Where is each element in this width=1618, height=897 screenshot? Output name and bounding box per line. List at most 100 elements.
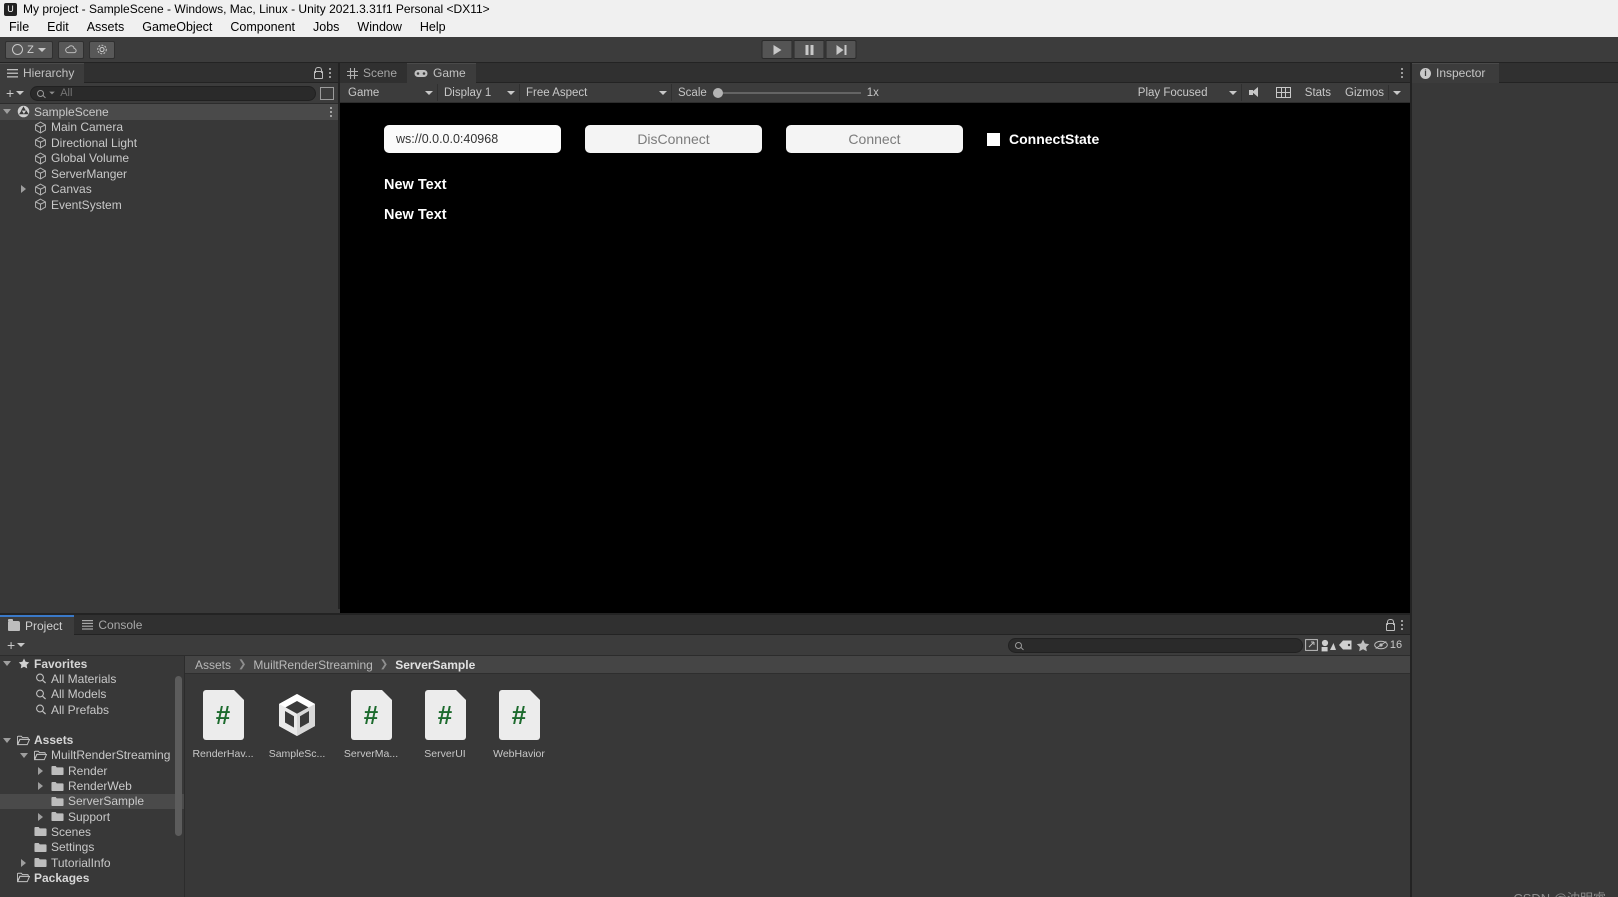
- hierarchy-item-canvas[interactable]: Canvas: [0, 182, 338, 198]
- checkbox-icon[interactable]: [987, 132, 1000, 146]
- gizmos-button[interactable]: Gizmos: [1338, 84, 1408, 101]
- project-tree-item-serversample[interactable]: ServerSample: [0, 793, 184, 809]
- asset-item[interactable]: # ServerMa...: [344, 688, 398, 760]
- tab-inspector-label: Inspector: [1436, 66, 1486, 80]
- asset-item[interactable]: SampleSc...: [269, 688, 325, 760]
- gizmo-grid-button[interactable]: [1269, 84, 1298, 101]
- step-button[interactable]: [825, 40, 857, 59]
- project-tree-item-render[interactable]: Render: [0, 763, 184, 778]
- hierarchy-item-samplescene[interactable]: SampleScene: [0, 104, 338, 120]
- hierarchy-item-label: EventSystem: [51, 197, 122, 212]
- scale-control[interactable]: Scale 1x: [672, 87, 885, 99]
- hierarchy-item-directional-light[interactable]: Directional Light: [0, 135, 338, 151]
- display-dropdown[interactable]: Display 1: [438, 84, 520, 101]
- asset-item[interactable]: # ServerUI: [421, 688, 469, 760]
- kebab-icon[interactable]: [330, 106, 332, 117]
- chevron-down-icon[interactable]: [0, 661, 13, 667]
- menu-gameobject[interactable]: GameObject: [133, 18, 221, 37]
- filter-by-label-icon[interactable]: [1337, 638, 1354, 653]
- project-folder-tree[interactable]: Favorites All Materials All Models All Pref…: [0, 656, 185, 897]
- tab-inspector[interactable]: i Inspector: [1412, 62, 1500, 83]
- chevron-down-icon[interactable]: [17, 752, 30, 758]
- project-search-input[interactable]: [1008, 637, 1303, 653]
- tab-hierarchy[interactable]: Hierarchy: [0, 62, 85, 83]
- project-tree-item-packages[interactable]: Packages: [0, 870, 184, 885]
- menu-file[interactable]: File: [0, 18, 38, 37]
- play-button[interactable]: [761, 40, 793, 59]
- chevron-down-icon[interactable]: [0, 737, 13, 743]
- breadcrumb-assets[interactable]: Assets: [195, 658, 231, 672]
- menu-jobs[interactable]: Jobs: [304, 18, 348, 37]
- favorite-star-icon[interactable]: [1354, 638, 1371, 653]
- stats-button[interactable]: Stats: [1298, 84, 1338, 101]
- kebab-icon[interactable]: [1401, 619, 1403, 630]
- project-tree-item-muiltrenderstreaming[interactable]: MuiltRenderStreaming: [0, 748, 184, 763]
- project-tree-item-support[interactable]: Support: [0, 809, 184, 824]
- tab-game-label: Game: [433, 66, 466, 80]
- lock-icon[interactable]: [313, 67, 323, 79]
- hierarchy-search-input[interactable]: All: [30, 85, 316, 101]
- chevron-right-icon[interactable]: [17, 858, 30, 867]
- breadcrumb-serversample[interactable]: ServerSample: [395, 658, 475, 672]
- hierarchy-item-global-volume[interactable]: Global Volume: [0, 151, 338, 167]
- menu-component[interactable]: Component: [221, 18, 304, 37]
- chevron-right-icon[interactable]: [34, 782, 47, 791]
- asset-item[interactable]: # WebHavior: [493, 688, 545, 760]
- target-display-dropdown[interactable]: Game: [342, 84, 438, 101]
- stats-label: Stats: [1304, 86, 1332, 99]
- lock-icon[interactable]: [1385, 619, 1395, 631]
- project-tree-item-renderweb[interactable]: RenderWeb: [0, 778, 184, 793]
- scale-slider[interactable]: [712, 87, 861, 98]
- tab-console[interactable]: Console: [74, 615, 154, 635]
- aspect-dropdown[interactable]: Free Aspect: [520, 84, 672, 101]
- connect-state-toggle[interactable]: ConnectState: [987, 131, 1099, 147]
- pause-button[interactable]: [793, 40, 825, 59]
- tab-game[interactable]: Game: [407, 62, 476, 83]
- project-tree-scrollbar[interactable]: [174, 662, 183, 891]
- connect-button[interactable]: Connect: [786, 125, 963, 153]
- tab-scene[interactable]: Scene: [340, 62, 408, 83]
- disconnect-button[interactable]: DisConnect: [585, 125, 762, 153]
- scene-visibility-icon[interactable]: [320, 86, 334, 100]
- chevron-down-icon[interactable]: [0, 109, 13, 115]
- settings-button[interactable]: [89, 40, 115, 59]
- breadcrumb-muiltrenderstreaming[interactable]: MuiltRenderStreaming: [253, 658, 372, 672]
- play-mode-dropdown[interactable]: Play Focused: [1131, 84, 1242, 101]
- chevron-right-icon[interactable]: [34, 766, 47, 775]
- menu-window[interactable]: Window: [348, 18, 410, 37]
- kebab-icon[interactable]: [329, 67, 331, 78]
- asset-item[interactable]: # RenderHav...: [192, 688, 254, 760]
- scale-label: Scale: [678, 86, 707, 99]
- project-tree-item-all-materials[interactable]: All Materials: [0, 671, 184, 686]
- websocket-url-input[interactable]: ws://0.0.0.0:40968: [384, 125, 561, 153]
- mute-audio-button[interactable]: [1242, 84, 1269, 101]
- project-tree-item-scenes[interactable]: Scenes: [0, 824, 184, 839]
- tab-project[interactable]: Project: [0, 614, 75, 635]
- expand-icon[interactable]: [1303, 638, 1320, 653]
- project-tree-item-favorites[interactable]: Favorites: [0, 656, 184, 671]
- hierarchy-tree[interactable]: SampleScene Main Camera Directional Light G…: [0, 104, 338, 609]
- project-tree-item-all-models[interactable]: All Models: [0, 687, 184, 702]
- chevron-right-icon[interactable]: [17, 185, 30, 194]
- menu-assets[interactable]: Assets: [78, 18, 134, 37]
- project-tree-item-tutorialinfo[interactable]: TutorialInfo: [0, 855, 184, 870]
- chevron-right-icon[interactable]: [34, 812, 47, 821]
- project-tree-item-all-prefabs[interactable]: All Prefabs: [0, 702, 184, 717]
- kebab-icon[interactable]: [1401, 67, 1403, 78]
- account-button[interactable]: Z: [5, 40, 53, 59]
- create-asset-button[interactable]: +: [5, 637, 27, 653]
- project-tree-item-settings[interactable]: Settings: [0, 840, 184, 855]
- hierarchy-item-servermanger[interactable]: ServerManger: [0, 166, 338, 182]
- project-tree-item-label: Support: [68, 809, 111, 824]
- asset-grid[interactable]: # RenderHav... SampleSc... # ServerMa... # Ser…: [185, 674, 1410, 897]
- hierarchy-item-main-camera[interactable]: Main Camera: [0, 120, 338, 136]
- add-gameobject-button[interactable]: +: [4, 85, 26, 101]
- project-tree-item-assets[interactable]: Assets: [0, 732, 184, 747]
- hierarchy-item-eventsystem[interactable]: EventSystem: [0, 197, 338, 213]
- menu-edit[interactable]: Edit: [38, 18, 78, 37]
- scrollbar-thumb[interactable]: [175, 676, 182, 836]
- filter-by-type-icon[interactable]: [1320, 638, 1337, 653]
- cloud-button[interactable]: [58, 40, 84, 59]
- scale-slider-knob[interactable]: [712, 87, 723, 98]
- menu-help[interactable]: Help: [411, 18, 455, 37]
